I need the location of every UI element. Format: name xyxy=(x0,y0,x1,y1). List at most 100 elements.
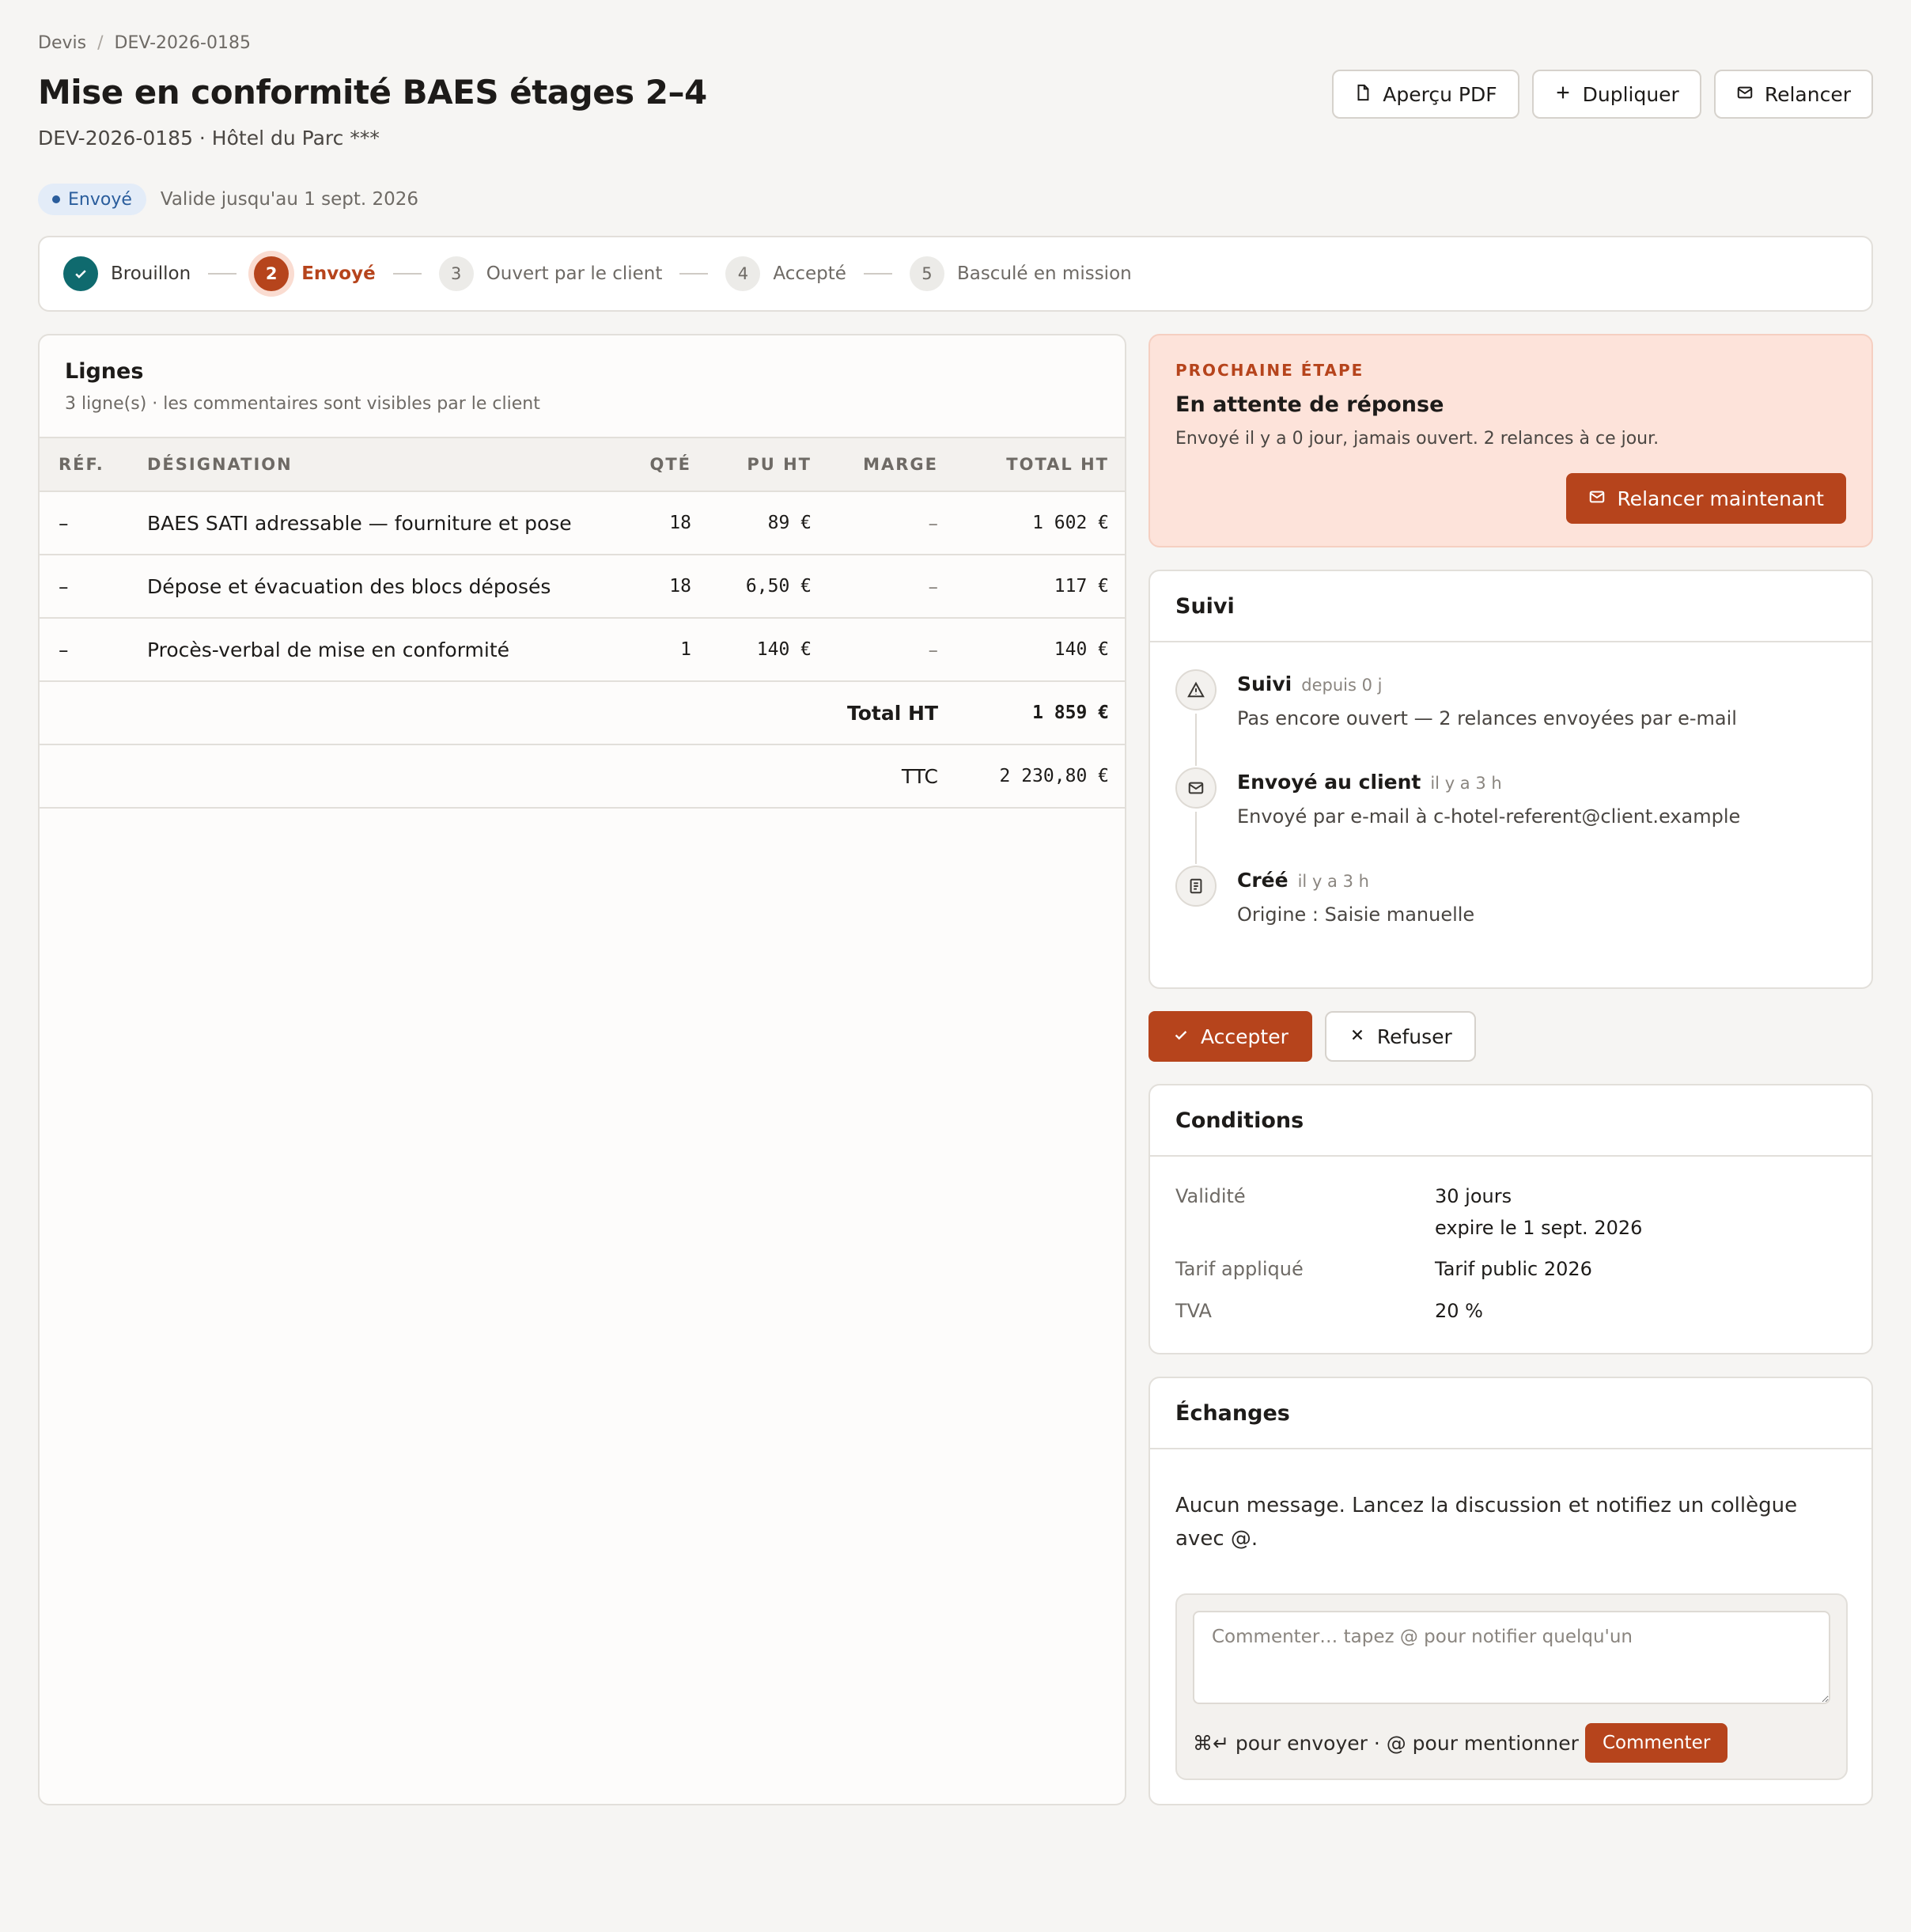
col-designation: DÉSIGNATION xyxy=(147,455,293,474)
timeline-time: il y a 3 h xyxy=(1430,774,1502,793)
check-icon xyxy=(1172,1025,1190,1048)
table-row[interactable]: – Dépose et évacuation des blocs déposés… xyxy=(40,555,1125,619)
condition-expire: expire le 1 sept. 2026 xyxy=(1435,1217,1643,1239)
timeline-connector xyxy=(1195,714,1197,766)
check-icon xyxy=(63,256,98,291)
step-label: Ouvert par le client xyxy=(486,263,663,284)
condition-value: 30 jours xyxy=(1435,1185,1512,1207)
timeline-desc: Envoyé par e-mail à c-hotel-referent@cli… xyxy=(1237,805,1741,828)
breadcrumb-separator: / xyxy=(97,33,104,53)
file-icon xyxy=(1354,83,1372,106)
remind-button[interactable]: Relancer xyxy=(1713,70,1873,119)
table-row[interactable]: – BAES SATI adressable — fourniture et p… xyxy=(40,492,1125,555)
timeline-desc: Pas encore ouvert — 2 relances envoyées … xyxy=(1237,707,1737,729)
breadcrumb-root[interactable]: Devis xyxy=(38,33,86,53)
step-label: Envoyé xyxy=(301,263,376,284)
condition-label: Validité xyxy=(1175,1185,1246,1207)
cell-designation: Dépose et évacuation des blocs déposés xyxy=(147,574,551,598)
step-brouillon: Brouillon xyxy=(63,256,191,291)
col-marge: MARGE xyxy=(863,455,938,474)
decision-actions: Accepter Refuser xyxy=(1148,1011,1476,1062)
col-ref: RÉF. xyxy=(59,455,104,474)
valid-until: Valide jusqu'au 1 sept. 2026 xyxy=(160,189,419,210)
remind-label: Relancer xyxy=(1764,82,1851,106)
lines-table: RÉF. DÉSIGNATION QTÉ PU HT MARGE TOTAL H… xyxy=(40,437,1125,809)
conditions-title: Conditions xyxy=(1150,1085,1871,1157)
step-number: 4 xyxy=(725,256,761,291)
step-ouvert: 3 Ouvert par le client xyxy=(438,256,663,291)
accept-button[interactable]: Accepter xyxy=(1148,1011,1312,1062)
page-title: Mise en conformité BAES étages 2–4 xyxy=(38,73,707,112)
mail-icon xyxy=(1588,487,1606,510)
close-icon xyxy=(1349,1025,1366,1048)
step-connector xyxy=(392,273,422,275)
remind-now-button[interactable]: Relancer maintenant xyxy=(1566,473,1846,524)
timeline-title: Envoyé au client xyxy=(1237,771,1421,794)
suivi-card: Suivi Suivi depuis 0 j Pas encore ouvert… xyxy=(1148,570,1873,989)
cell-marge: – xyxy=(928,511,939,535)
cell-ref: – xyxy=(59,574,69,598)
cell-marge: – xyxy=(928,638,939,661)
ttc-label: TTC xyxy=(901,764,938,788)
cell-pu: 140 € xyxy=(756,639,812,660)
duplicate-button[interactable]: Dupliquer xyxy=(1531,70,1701,119)
timeline-head: Créé il y a 3 h xyxy=(1237,869,1369,892)
cell-qte: 18 xyxy=(669,513,691,533)
total-ht-label: Total HT xyxy=(847,701,938,725)
cell-designation: Procès-verbal de mise en conformité xyxy=(147,638,510,661)
accept-label: Accepter xyxy=(1201,1025,1289,1048)
condition-value: 20 % xyxy=(1435,1300,1483,1322)
exchanges-title: Échanges xyxy=(1150,1378,1871,1449)
step-connector xyxy=(679,273,709,275)
timeline-title: Suivi xyxy=(1237,672,1292,695)
breadcrumb-current: DEV-2026-0185 xyxy=(114,33,251,53)
cell-pu: 89 € xyxy=(767,513,812,533)
header-actions: Aperçu PDF Dupliquer Relancer xyxy=(1332,70,1873,119)
col-total: TOTAL HT xyxy=(1006,455,1109,474)
cell-total: 140 € xyxy=(1054,639,1109,660)
cell-total: 1 602 € xyxy=(1032,513,1109,533)
pdf-preview-button[interactable]: Aperçu PDF xyxy=(1332,70,1519,119)
step-label: Basculé en mission xyxy=(956,263,1132,284)
timeline-time: il y a 3 h xyxy=(1297,872,1369,891)
condition-label: Tarif appliqué xyxy=(1175,1258,1304,1280)
conditions-card: Conditions Validité 30 jours expire le 1… xyxy=(1148,1084,1873,1354)
plus-icon xyxy=(1554,83,1572,106)
pdf-preview-label: Aperçu PDF xyxy=(1383,82,1497,106)
condition-value: Tarif public 2026 xyxy=(1435,1258,1592,1280)
timeline-head: Suivi depuis 0 j xyxy=(1237,672,1382,695)
step-label: Accepté xyxy=(773,263,846,284)
lines-card: Lignes 3 ligne(s) · les commentaires son… xyxy=(38,334,1126,1805)
remind-now-label: Relancer maintenant xyxy=(1617,487,1824,510)
lines-subtitle: 3 ligne(s) · les commentaires sont visib… xyxy=(65,394,540,414)
col-qte: QTÉ xyxy=(649,455,691,474)
status-row: Envoyé Valide jusqu'au 1 sept. 2026 xyxy=(38,184,418,215)
table-header: RÉF. DÉSIGNATION QTÉ PU HT MARGE TOTAL H… xyxy=(40,437,1125,492)
condition-label: TVA xyxy=(1175,1300,1212,1322)
ttc-row: TTC 2 230,80 € xyxy=(40,745,1125,809)
next-step-eyebrow: PROCHAINE ÉTAPE xyxy=(1175,361,1364,380)
total-ht-row: Total HT 1 859 € xyxy=(40,682,1125,745)
comment-composer: ⌘↵ pour envoyer · @ pour mentionner Comm… xyxy=(1175,1593,1848,1780)
step-connector xyxy=(863,273,892,275)
exchanges-empty-state: Aucun message. Lancez la discussion et n… xyxy=(1175,1494,1798,1551)
step-number: 5 xyxy=(909,256,944,291)
step-number: 3 xyxy=(438,256,474,291)
step-bascule: 5 Basculé en mission xyxy=(909,256,1132,291)
next-step-description: Envoyé il y a 0 jour, jamais ouvert. 2 r… xyxy=(1175,429,1659,449)
comment-button[interactable]: Commenter xyxy=(1585,1723,1728,1763)
table-row[interactable]: – Procès-verbal de mise en conformité 1 … xyxy=(40,619,1125,682)
cell-qte: 1 xyxy=(680,639,691,660)
ttc-value: 2 230,80 € xyxy=(999,766,1109,786)
step-connector xyxy=(208,273,237,275)
col-pu: PU HT xyxy=(747,455,812,474)
comment-input[interactable] xyxy=(1193,1611,1830,1704)
status-dot xyxy=(52,195,60,203)
breadcrumb: Devis / DEV-2026-0185 xyxy=(38,33,251,53)
status-label: Envoyé xyxy=(68,189,132,210)
cell-total: 117 € xyxy=(1054,576,1109,597)
refuse-button[interactable]: Refuser xyxy=(1324,1011,1476,1062)
total-ht-value: 1 859 € xyxy=(1032,703,1109,723)
cell-ref: – xyxy=(59,638,69,661)
suivi-title: Suivi xyxy=(1150,571,1871,642)
